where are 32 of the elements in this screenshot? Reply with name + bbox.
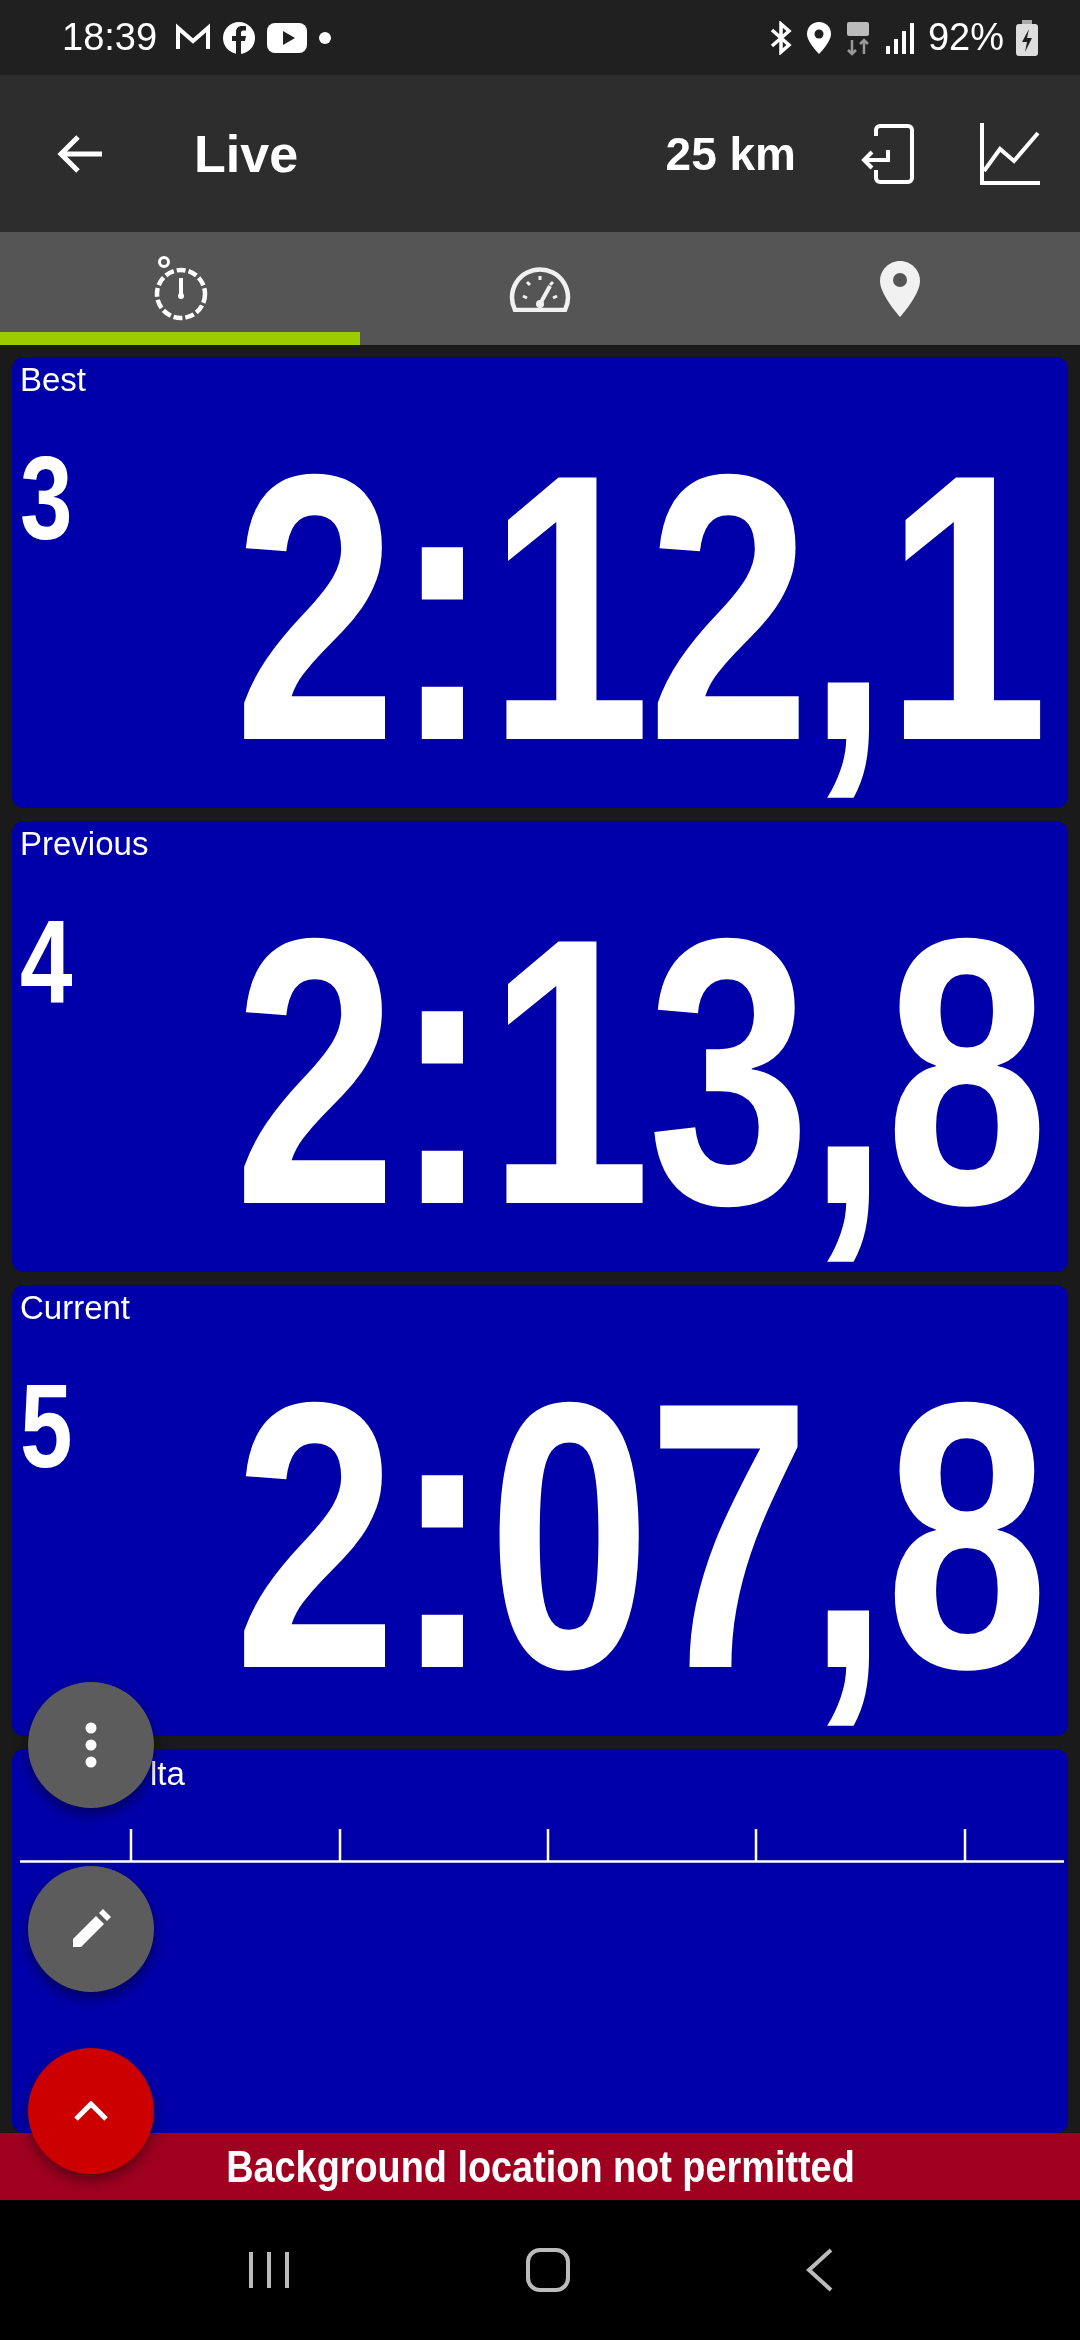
dot-icon — [319, 31, 332, 44]
back-arrow-icon[interactable] — [56, 133, 104, 174]
battery-charging-icon — [1016, 19, 1038, 56]
card-label: Current — [20, 1289, 131, 1327]
lap-number: 4 — [20, 903, 73, 1021]
line-chart-icon[interactable] — [980, 122, 1042, 185]
distance-label: 25 km — [665, 126, 796, 181]
chevron-up-icon — [74, 2101, 108, 2121]
banner-text: Background location not permitted — [225, 2141, 855, 2192]
lap-number: 3 — [20, 439, 73, 557]
lap-time: 2:13,8 — [233, 858, 1045, 1286]
screen-title: Live — [194, 123, 299, 184]
more-vertical-icon — [85, 1722, 97, 1768]
stopwatch-icon — [152, 255, 208, 322]
signal-icon — [883, 21, 916, 54]
location-pin-icon — [880, 260, 920, 317]
card-label: Previous — [20, 825, 149, 863]
facebook-icon — [223, 21, 256, 54]
recent-apps-icon[interactable] — [247, 2250, 292, 2290]
home-icon[interactable] — [526, 2248, 570, 2292]
video-play-icon — [267, 22, 308, 53]
card-label: Best — [20, 361, 87, 399]
status-time: 18:39 — [62, 16, 158, 59]
pencil-icon — [71, 1909, 111, 1949]
lap-time: 2:12,1 — [233, 394, 1045, 822]
battery-percentage: 92% — [927, 16, 1004, 59]
location-pin-icon — [805, 20, 832, 55]
lap-time: 2:07,8 — [233, 1322, 1045, 1750]
speedometer-icon — [509, 265, 571, 312]
back-icon[interactable] — [804, 2248, 833, 2292]
card-label: lta — [150, 1755, 185, 1793]
lap-number: 5 — [20, 1367, 73, 1485]
